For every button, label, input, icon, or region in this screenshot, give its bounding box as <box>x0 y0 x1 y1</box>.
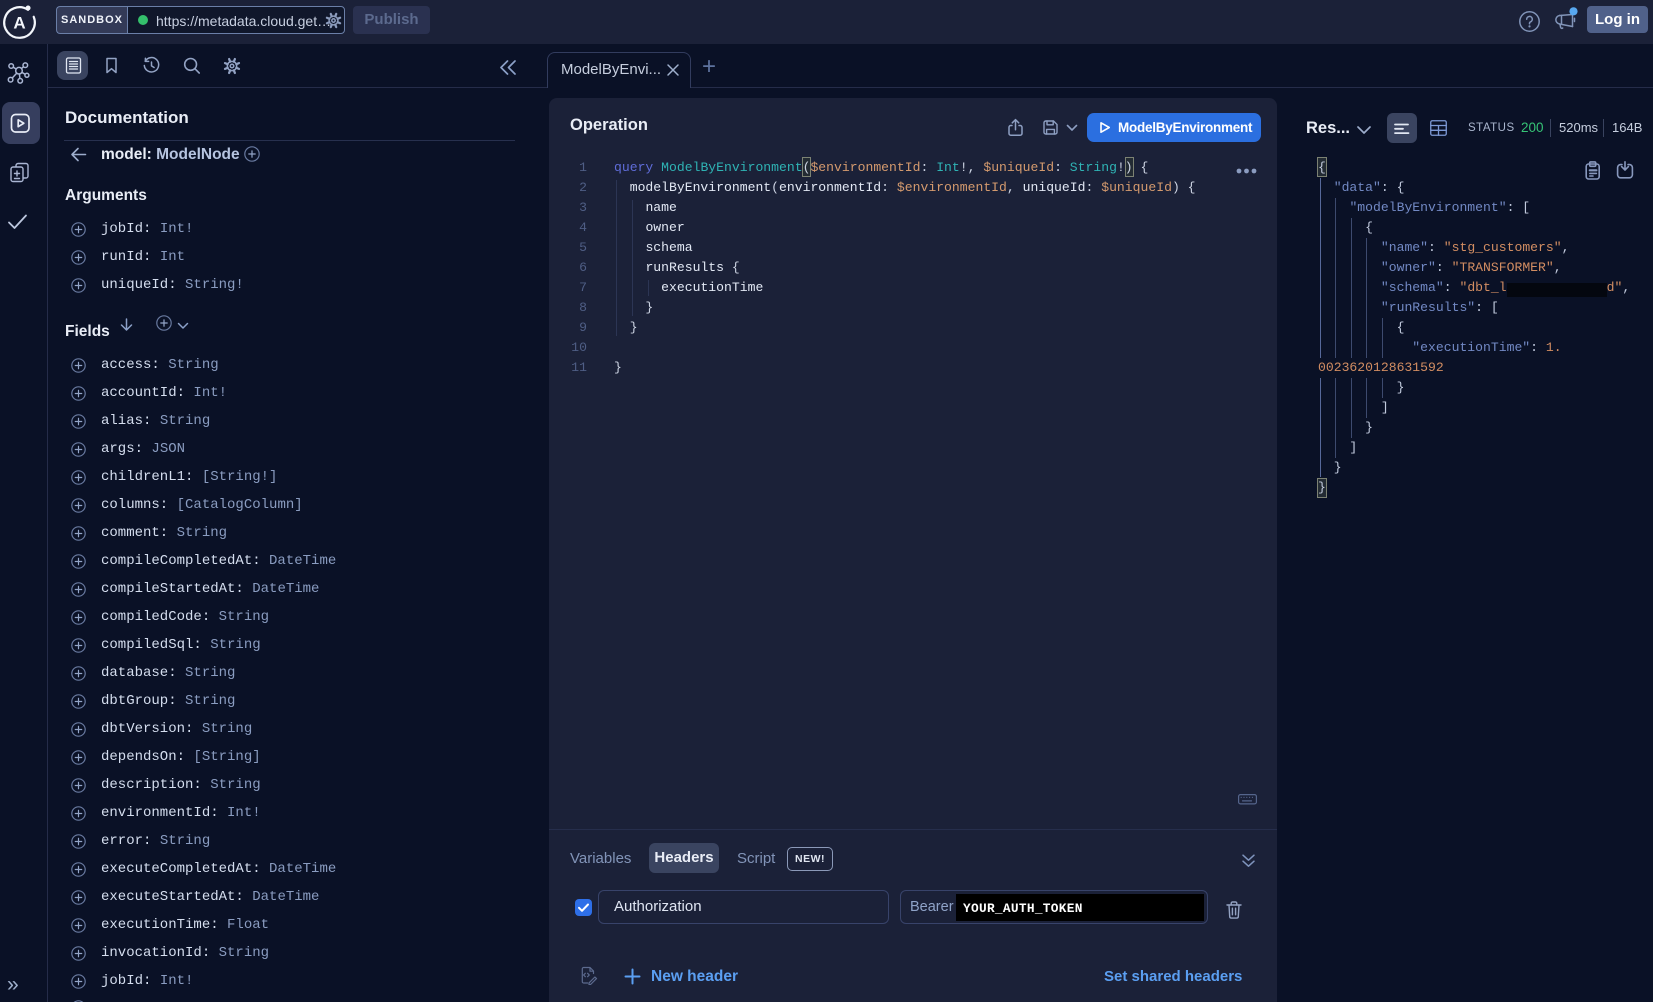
svg-text:A: A <box>13 14 25 33</box>
